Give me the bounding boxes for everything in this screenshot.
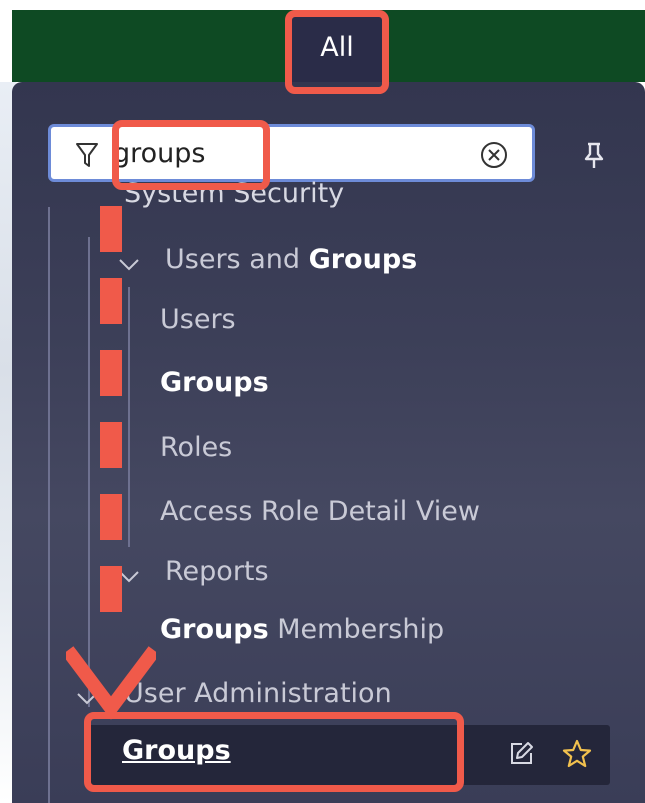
star-icon[interactable] (562, 739, 592, 769)
menu-item-groups-membership[interactable]: Groups Membership (160, 614, 444, 645)
arrow-dash (100, 494, 122, 540)
filter-icon (76, 143, 98, 167)
menu-item-groups-selected[interactable]: Groups (122, 735, 231, 766)
clear-icon[interactable] (479, 140, 509, 170)
selected-menu-row[interactable]: Groups (88, 725, 610, 785)
category-system-security[interactable]: System Security (124, 178, 344, 209)
submenu-user-administration[interactable]: User Administration (124, 678, 392, 709)
menu-item-access-role-detail-view[interactable]: Access Role Detail View (160, 496, 480, 527)
filter-box (48, 124, 535, 182)
all-menu-tab[interactable]: All (292, 12, 382, 88)
tree-guide-line (128, 287, 130, 547)
submenu-users-and-groups[interactable]: Users and Groups (165, 244, 417, 275)
menu-item-users[interactable]: Users (160, 304, 236, 335)
tree-guide-line (48, 207, 50, 803)
arrow-dash (100, 422, 122, 468)
filter-input[interactable] (113, 133, 453, 173)
chevron-down-icon[interactable] (118, 258, 140, 272)
pin-icon[interactable] (582, 141, 606, 171)
arrow-head-icon (66, 646, 156, 720)
tree-guide-line (88, 237, 90, 707)
arrow-dash (100, 206, 122, 252)
submenu-reports[interactable]: Reports (165, 556, 269, 587)
edit-icon[interactable] (508, 741, 534, 767)
menu-item-groups[interactable]: Groups (160, 367, 269, 398)
menu-item-roles[interactable]: Roles (160, 432, 232, 463)
row-edge (88, 725, 91, 785)
arrow-dash (100, 566, 122, 612)
arrow-dash (100, 278, 122, 324)
arrow-dash (100, 350, 122, 396)
